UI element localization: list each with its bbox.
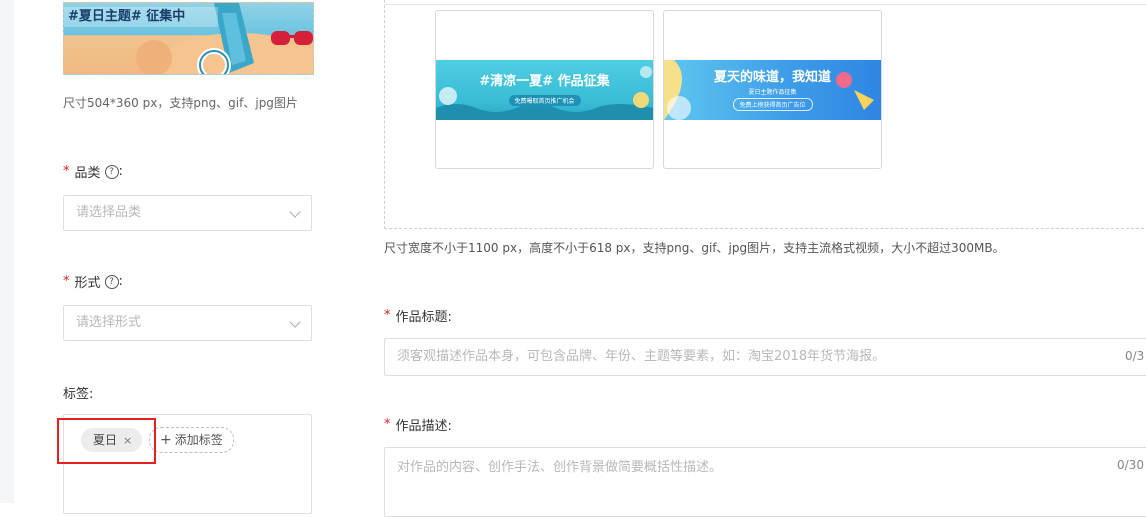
form-label: * 形式 ? : [63, 272, 123, 291]
tags-label: 标签: [63, 387, 94, 402]
plus-icon: + [160, 432, 172, 448]
left-gutter [0, 0, 14, 503]
desc-field-label-text: 作品描述: [395, 419, 452, 434]
add-tag-button[interactable]: + 添加标签 [149, 427, 234, 453]
category-select[interactable]: 请选择品类 [63, 195, 312, 231]
category-placeholder: 请选择品类 [76, 205, 142, 220]
category-label-text: 品类 [74, 166, 101, 181]
banner-2-title: 夏天的味道，我知道 [713, 70, 831, 85]
form-select[interactable]: 请选择形式 [63, 305, 312, 341]
chevron-down-icon [289, 206, 301, 218]
help-icon[interactable]: ? [104, 274, 119, 289]
banner-image-1: #清凉一夏# 作品征集 免费曝取首页推广机会 [436, 60, 653, 120]
desc-field-label: * 作品描述: [384, 415, 452, 434]
title-field-label: * 作品标题: [384, 306, 452, 325]
category-label: * 品类 ? : [63, 162, 123, 181]
category-label-colon: : [118, 164, 123, 179]
banner-card-2[interactable]: 夏天的味道，我知道 夏日主题作品征集 免费上榜获得首页广告位 [663, 10, 882, 169]
title-input[interactable]: 须客观描述作品本身，可包含品牌、年份、主题等要素，如：淘宝2018年货节海报。 [384, 338, 1146, 376]
required-mark: * [63, 164, 70, 179]
required-mark: * [384, 417, 391, 432]
desc-placeholder: 对作品的内容、创作手法、创作背景做简要概括性描述。 [397, 460, 723, 475]
description-textarea[interactable]: 对作品的内容、创作手法、创作背景做简要概括性描述。 [384, 447, 1146, 517]
desc-char-counter: 0/30 [1117, 458, 1144, 472]
banner-1-subtitle: 免费曝取首页推广机会 [508, 95, 581, 106]
banner-2-subtitle: 夏日主题作品征集 [748, 89, 797, 96]
banner-2-subtitle-2: 免费上榜获得首页广告位 [732, 98, 813, 111]
required-mark: * [384, 308, 391, 323]
title-placeholder: 须客观描述作品本身，可包含品牌、年份、主题等要素，如：淘宝2018年货节海报。 [397, 349, 886, 364]
banner-1-title: #清凉一夏# 作品征集 [479, 74, 610, 89]
cover-image-preview[interactable]: #夏日主题# 征集中 [63, 2, 314, 75]
chevron-down-icon [289, 316, 301, 328]
form-placeholder: 请选择形式 [76, 315, 142, 330]
form-label-colon: : [118, 274, 123, 289]
help-icon[interactable]: ? [104, 164, 119, 179]
title-field-label-text: 作品标题: [395, 310, 452, 325]
cover-banner-text: #夏日主题# 征集中 [64, 7, 218, 27]
form-label-text: 形式 [74, 276, 101, 291]
upload-size-hint: 尺寸宽度不小于1100 px，高度不小于618 px，支持png、gif、jpg… [384, 241, 1005, 255]
highlight-box [57, 418, 156, 464]
required-mark: * [63, 274, 70, 289]
wave-decoration [436, 66, 653, 120]
banner-card-1[interactable]: #清凉一夏# 作品征集 免费曝取首页推广机会 [435, 10, 654, 169]
title-char-counter: 0/3 [1125, 349, 1145, 363]
banner-image-2: 夏天的味道，我知道 夏日主题作品征集 免费上榜获得首页广告位 [664, 60, 881, 120]
add-tag-label: 添加标签 [174, 433, 223, 447]
cover-size-hint: 尺寸504*360 px，支持png、gif、jpg图片 [63, 96, 298, 110]
